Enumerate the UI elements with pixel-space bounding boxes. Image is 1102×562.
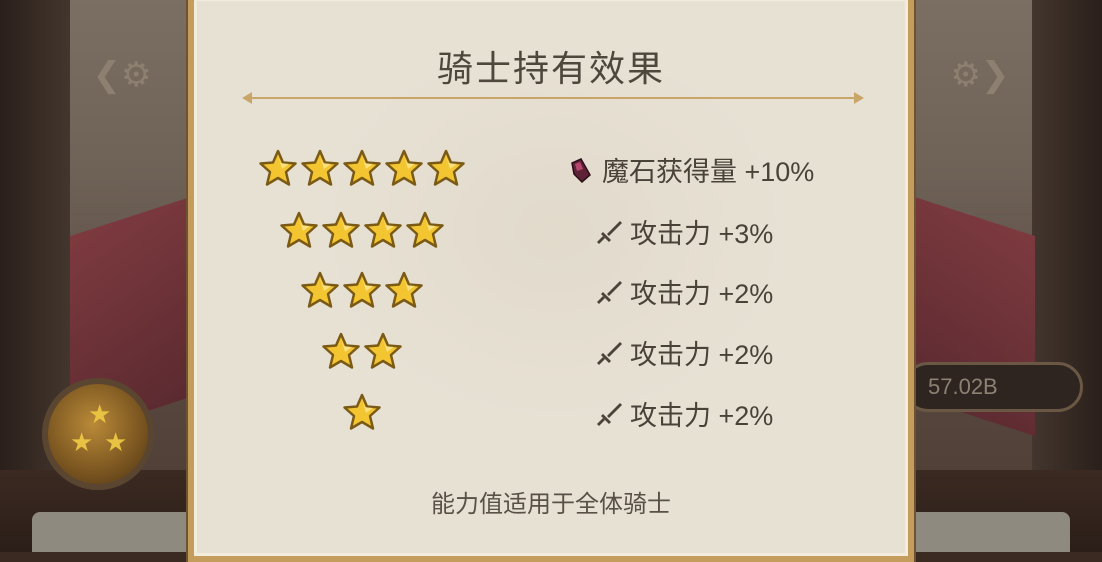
star-icon — [385, 271, 423, 308]
star-rank-emblem[interactable]: ★ ★ ★ — [42, 378, 154, 490]
next-arrow-icon[interactable]: ⚙❯ — [950, 55, 1010, 95]
tier-effect: 攻击力 +2% — [596, 394, 773, 433]
star-icon — [343, 393, 381, 430]
star-icon — [322, 211, 360, 248]
tier-effect: 攻击力 +3% — [596, 212, 773, 251]
star-icon — [280, 211, 318, 248]
sword-icon — [597, 402, 622, 426]
star-rating — [342, 392, 382, 432]
tier-row-5-star: 魔石获得量 +10% — [194, 148, 908, 200]
effect-label: 攻击力 +2% — [630, 340, 774, 370]
sword-icon — [597, 341, 622, 365]
sword-icon — [597, 220, 622, 244]
effect-label: 攻击力 +2% — [630, 279, 774, 309]
star-icon — [259, 149, 297, 186]
tier-row-2-star: 攻击力 +2% — [194, 331, 908, 383]
dialog-title: 骑士持有效果 — [436, 49, 665, 90]
star-icon — [322, 332, 360, 369]
tier-effect: 攻击力 +2% — [596, 333, 773, 372]
title-divider — [242, 92, 864, 104]
background-card-left — [32, 512, 202, 552]
sword-icon — [597, 280, 622, 304]
star-icon: ★ — [104, 428, 128, 458]
previous-arrow-icon[interactable]: ❮⚙ — [92, 55, 152, 95]
star-icon — [406, 211, 444, 248]
star-rating — [300, 270, 424, 310]
effect-label: 魔石获得量 +10% — [602, 157, 815, 187]
dialog-footer-note: 能力值适用于全体骑士 — [431, 490, 671, 518]
effect-label: 攻击力 +3% — [630, 219, 774, 249]
tier-row-3-star: 攻击力 +2% — [194, 270, 908, 322]
knight-collection-effect-dialog: 骑士持有效果 魔石获得量 +10% 攻击力 +3% 攻击力 +2% 攻击力 +2% 攻击… — [188, 0, 914, 562]
tier-effect: 攻击力 +2% — [596, 272, 773, 311]
star-icon — [427, 149, 465, 186]
star-icon — [343, 149, 381, 186]
background-card-right — [900, 512, 1070, 552]
star-icon — [364, 211, 402, 248]
tier-effect: 魔石获得量 +10% — [568, 150, 814, 189]
star-icon: ★ — [70, 428, 94, 458]
star-rating — [279, 210, 445, 250]
star-icon — [364, 332, 402, 369]
currency-display: 57.02B — [903, 362, 1083, 412]
star-icon — [385, 149, 423, 186]
tier-row-1-star: 攻击力 +2% — [194, 392, 908, 444]
currency-value: 57.02B — [928, 374, 998, 399]
effect-label: 攻击力 +2% — [630, 401, 774, 431]
tier-row-4-star: 攻击力 +3% — [194, 210, 908, 262]
star-icon — [343, 271, 381, 308]
star-rating — [258, 148, 466, 188]
star-icon: ★ — [88, 400, 112, 430]
star-icon — [301, 149, 339, 186]
star-rating — [321, 331, 403, 371]
magic-stone-icon — [571, 157, 591, 183]
star-icon — [301, 271, 339, 308]
